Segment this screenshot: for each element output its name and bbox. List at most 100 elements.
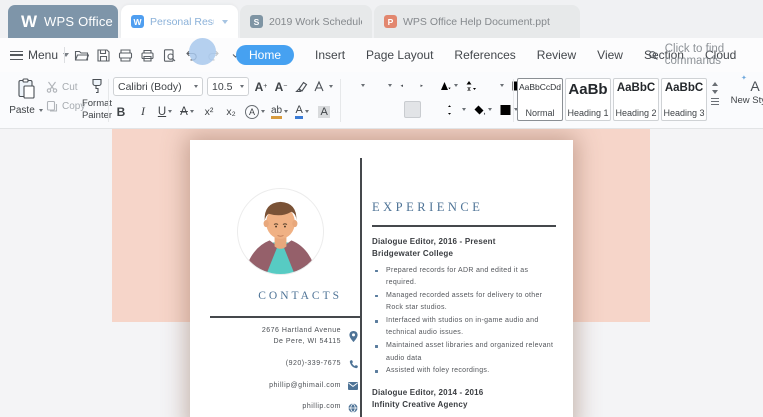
bullet-list-button[interactable] xyxy=(344,77,366,94)
underline-button[interactable]: U xyxy=(157,103,173,120)
save-icon[interactable] xyxy=(95,47,112,64)
group-divider xyxy=(340,79,341,122)
borders-button[interactable] xyxy=(498,101,519,118)
export-icon[interactable] xyxy=(117,47,134,64)
main-menu-button[interactable]: Menu xyxy=(10,38,70,72)
search-placeholder: Click to find commands xyxy=(664,43,725,67)
paste-button[interactable]: Paste xyxy=(8,78,44,116)
styles-scroll-controls[interactable] xyxy=(709,78,721,106)
presentation-doc-icon: P xyxy=(384,15,397,28)
chevron-down-icon xyxy=(240,85,244,88)
experience-section: EXPERIENCE Dialogue Editor, 2016 - Prese… xyxy=(372,200,559,417)
tab-help-document[interactable]: P WPS Office Help Document.ppt xyxy=(374,5,580,38)
strikethrough-button[interactable]: A xyxy=(179,103,195,120)
tab-review[interactable]: Review xyxy=(537,48,576,62)
paragraph-settings-button[interactable] xyxy=(484,77,505,94)
align-right-button[interactable] xyxy=(384,101,399,118)
character-shading-button[interactable]: A xyxy=(316,103,332,120)
tab-references[interactable]: References xyxy=(454,48,515,62)
tab-label: Personal Resume.docx xyxy=(150,15,214,28)
style-heading-2[interactable]: AaBbC Heading 2 xyxy=(613,78,659,121)
quick-access-toolbar xyxy=(73,38,244,72)
tab-caret-icon[interactable] xyxy=(222,19,228,24)
tab-view[interactable]: View xyxy=(597,48,623,62)
paragraph-group xyxy=(344,77,523,118)
shrink-font-button[interactable]: A − xyxy=(273,78,289,95)
bullet-item: Maintained asset libraries and organized… xyxy=(372,340,559,365)
new-style-button[interactable]: A✦ New Style xyxy=(729,75,763,106)
menu-label: Menu xyxy=(28,48,59,62)
subscript-button[interactable]: x₂ xyxy=(223,103,239,120)
style-heading-3[interactable]: AaBbC Heading 3 xyxy=(661,78,707,121)
font-color-button[interactable]: A xyxy=(294,103,310,120)
envelope-icon xyxy=(348,381,358,391)
scroll-up-icon[interactable] xyxy=(712,82,718,86)
find-commands-search[interactable]: Click to find commands xyxy=(648,38,763,72)
address-line-2: De Pere, WI 54115 xyxy=(273,337,341,345)
grow-font-button[interactable]: A + xyxy=(253,78,269,95)
resume-page[interactable]: CONTACTS 2676 Hartland Avenue De Pere, W… xyxy=(190,140,573,417)
tab-insert[interactable]: Insert xyxy=(315,48,345,62)
clear-format-icon[interactable] xyxy=(293,78,309,95)
globe-icon xyxy=(348,402,358,413)
experience-underline xyxy=(372,225,556,227)
highlight-color-button[interactable]: ab xyxy=(271,103,289,120)
font-size-select[interactable]: 10.5 xyxy=(207,77,249,96)
divider xyxy=(64,47,65,63)
menu-row: Menu Home Insert Page Layout References … xyxy=(0,38,763,72)
bold-button[interactable]: B xyxy=(113,103,129,120)
clipboard-group: Paste Cut Copy Format Painter xyxy=(6,76,112,126)
increase-indent-button[interactable] xyxy=(418,77,433,94)
scissors-icon xyxy=(46,81,58,93)
shading-button[interactable] xyxy=(472,101,493,118)
bullet-item: Prepared records for ADR and edited it a… xyxy=(372,265,559,290)
document-canvas[interactable]: CONTACTS 2676 Hartland Avenue De Pere, W… xyxy=(0,129,763,417)
style-preview: AaBbC xyxy=(664,82,704,94)
decrease-indent-button[interactable] xyxy=(398,77,413,94)
sort-button[interactable] xyxy=(464,77,479,94)
job-entry: Dialogue Editor, 2016 - Present Bridgewa… xyxy=(372,236,559,378)
bullet-item: Managed recorded assets for delivery to … xyxy=(372,290,559,315)
gallery-expand-icon[interactable] xyxy=(711,101,719,103)
tab-work-schedule[interactable]: S 2019 Work Schedule.xlsx xyxy=(240,5,372,38)
character-border-button[interactable]: A xyxy=(245,103,265,120)
superscript-button[interactable]: x² xyxy=(201,103,217,120)
style-preview: AaBb xyxy=(568,81,608,98)
cursor-click-indicator xyxy=(189,38,216,65)
search-icon xyxy=(649,50,658,60)
style-preview: AaBbCcDd xyxy=(518,82,562,92)
wps-logo-icon: W xyxy=(21,11,37,31)
font-family-value: Calibri (Body) xyxy=(118,80,182,93)
line-spacing-button[interactable] xyxy=(446,101,467,118)
contact-address: 2676 Hartland Avenue De Pere, WI 54115 xyxy=(262,326,358,348)
italic-button[interactable]: I xyxy=(135,103,151,120)
style-normal[interactable]: AaBbCcDd Normal xyxy=(517,78,563,121)
style-name: Heading 2 xyxy=(615,108,657,118)
ribbon-home: Paste Cut Copy Format Painter Calibri (B… xyxy=(0,72,763,129)
print-icon[interactable] xyxy=(139,47,156,64)
tab-page-layout[interactable]: Page Layout xyxy=(366,48,433,62)
column-divider-line xyxy=(360,158,362,417)
new-style-icon: A ✦ xyxy=(741,75,760,94)
job-organization: Infinity Creative Agency xyxy=(372,399,468,409)
distribute-text-button[interactable] xyxy=(426,101,441,118)
style-name: Heading 1 xyxy=(567,108,609,118)
numbered-list-button[interactable] xyxy=(371,77,393,94)
text-direction-button[interactable] xyxy=(438,77,459,94)
wps-office-brand-tab[interactable]: W WPS Office xyxy=(8,5,118,38)
tab-personal-resume[interactable]: W Personal Resume.docx xyxy=(121,5,238,38)
print-preview-icon[interactable] xyxy=(161,47,178,64)
paste-label: Paste xyxy=(9,105,35,116)
contact-phone: (920)-339-7675 xyxy=(286,359,358,370)
font-family-select[interactable]: Calibri (Body) xyxy=(113,77,203,96)
phonetic-guide-button[interactable] xyxy=(313,78,333,95)
folder-open-icon[interactable] xyxy=(73,47,90,64)
style-heading-1[interactable]: AaBb Heading 1 xyxy=(565,78,611,121)
align-left-button[interactable] xyxy=(344,101,359,118)
tab-home[interactable]: Home xyxy=(236,45,295,65)
justify-button[interactable] xyxy=(404,101,421,118)
contacts-underline xyxy=(210,316,360,318)
align-center-button[interactable] xyxy=(364,101,379,118)
scroll-down-icon[interactable] xyxy=(712,90,718,94)
format-painter-icon xyxy=(92,78,102,94)
